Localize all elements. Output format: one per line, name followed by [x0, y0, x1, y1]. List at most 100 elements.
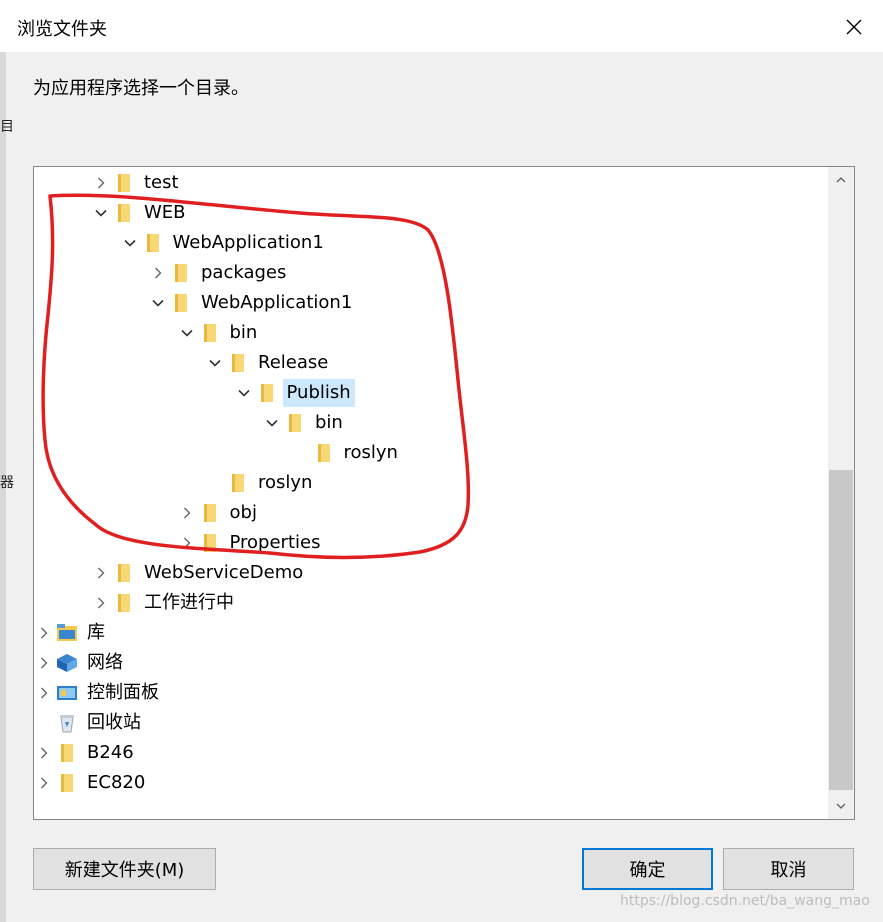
folder-icon: [283, 408, 307, 438]
close-button[interactable]: [830, 8, 878, 46]
tree-item[interactable]: 控制面板: [34, 678, 163, 708]
chevron-right-icon: [98, 567, 105, 579]
tree-item[interactable]: obj: [176, 498, 261, 528]
chevron-right-icon: [41, 747, 48, 759]
chevron-right-icon: [41, 687, 48, 699]
chevron-down-icon: [95, 209, 107, 217]
chevron-up-icon: [836, 177, 846, 183]
cancel-button[interactable]: 取消: [723, 848, 854, 890]
tree-item[interactable]: roslyn: [290, 438, 402, 468]
ok-button[interactable]: 确定: [582, 848, 713, 890]
tree-expander[interactable]: [233, 378, 255, 408]
library-icon: [55, 618, 79, 648]
tree-expander: [290, 438, 312, 468]
folder-icon: [198, 318, 222, 348]
network-icon: [55, 648, 79, 678]
chevron-down-icon: [180, 329, 193, 337]
tree-item-label: roslyn: [343, 442, 398, 463]
tree-expander[interactable]: [34, 618, 55, 648]
tree-item-label: test: [144, 172, 179, 193]
tree-expander[interactable]: [147, 258, 169, 288]
tree-item-label: Publish: [282, 379, 355, 407]
chevron-right-icon: [98, 177, 105, 189]
tree-item-label: Properties: [229, 532, 321, 553]
scroll-down-button[interactable]: [828, 793, 854, 819]
chevron-down-icon: [836, 803, 846, 809]
tree-expander[interactable]: [119, 228, 141, 258]
folder-icon: [226, 348, 250, 378]
chevron-right-icon: [183, 507, 190, 519]
folder-icon: [169, 258, 193, 288]
tree-expander[interactable]: [176, 318, 198, 348]
tree-item-label: 网络: [87, 652, 123, 673]
tree-item[interactable]: packages: [147, 258, 290, 288]
new-folder-button[interactable]: 新建文件夹(M): [33, 848, 216, 890]
tree-expander[interactable]: [90, 588, 112, 618]
tree-item-label: packages: [201, 262, 287, 283]
tree-expander[interactable]: [34, 678, 55, 708]
tree-item[interactable]: Publish: [233, 378, 355, 408]
chevron-right-icon: [41, 777, 48, 789]
tree-expander[interactable]: [204, 348, 226, 378]
tree-item[interactable]: 库: [34, 618, 109, 648]
chevron-right-icon: [155, 267, 162, 279]
tree-item-label: EC820: [87, 772, 146, 793]
tree-item-label: 库: [87, 622, 105, 643]
scroll-up-button[interactable]: [828, 167, 854, 193]
chevron-down-icon: [209, 359, 221, 367]
tree-expander[interactable]: [34, 738, 55, 768]
chevron-down-icon: [123, 239, 136, 247]
tree-item-label: B246: [87, 742, 134, 763]
tree-item-label: WebServiceDemo: [144, 562, 304, 583]
tree-item[interactable]: roslyn: [204, 468, 316, 498]
tree-expander[interactable]: [90, 198, 112, 228]
tree-item[interactable]: WebServiceDemo: [90, 558, 307, 588]
folder-icon: [112, 588, 136, 618]
tree-item-label: roslyn: [258, 472, 313, 493]
tree-item-label: WebApplication1: [201, 292, 353, 313]
tree-expander[interactable]: [90, 168, 112, 198]
folder-icon: [55, 738, 79, 768]
tree-item[interactable]: 回收站: [34, 708, 145, 738]
tree-item[interactable]: WebApplication1: [147, 288, 356, 318]
chevron-down-icon: [266, 419, 278, 427]
tree-item[interactable]: test: [90, 168, 183, 198]
tree-item[interactable]: Release: [204, 348, 332, 378]
folder-icon: [169, 288, 193, 318]
browse-folder-dialog: 量 目 器 浏览文件夹 为应用程序选择一个目录。 test WEB WebAppli…: [0, 0, 883, 922]
tree-item[interactable]: bin: [261, 408, 347, 438]
tree-expander[interactable]: [90, 558, 112, 588]
tree-expander[interactable]: [261, 408, 283, 438]
folder-icon: [255, 378, 279, 408]
tree-item[interactable]: 网络: [34, 648, 127, 678]
tree-item[interactable]: Properties: [176, 528, 325, 558]
tree-item[interactable]: bin: [176, 318, 262, 348]
tree-item-label: Release: [258, 352, 329, 373]
background-window-strip: 量 目 器: [0, 0, 14, 922]
tree-item[interactable]: 工作进行中: [90, 588, 238, 618]
folder-icon: [112, 168, 136, 198]
tree-item-label: 工作进行中: [144, 592, 234, 613]
folder-tree[interactable]: test WEB WebApplication1 packages WebApplica…: [33, 166, 855, 820]
instruction-text: 为应用程序选择一个目录。: [33, 78, 249, 99]
folder-icon: [312, 438, 336, 468]
tree-item[interactable]: WebApplication1: [119, 228, 328, 258]
control-panel-icon: [55, 678, 79, 708]
background-text: 目: [0, 119, 14, 135]
tree-item-label: bin: [315, 412, 343, 433]
tree-expander: [34, 708, 55, 738]
tree-expander[interactable]: [34, 648, 55, 678]
tree-expander[interactable]: [34, 768, 55, 798]
vertical-scrollbar[interactable]: [828, 167, 854, 819]
chevron-down-icon: [152, 299, 164, 307]
tree-expander[interactable]: [147, 288, 169, 318]
tree-item[interactable]: EC820: [34, 768, 149, 798]
tree-item-label: WEB: [144, 202, 186, 223]
tree-expander[interactable]: [176, 528, 198, 558]
tree-item-label: WebApplication1: [172, 232, 324, 253]
tree-item[interactable]: B246: [34, 738, 138, 768]
chevron-right-icon: [41, 657, 48, 669]
tree-item[interactable]: WEB: [90, 198, 190, 228]
tree-expander[interactable]: [176, 498, 198, 528]
scrollbar-thumb[interactable]: [829, 470, 853, 790]
